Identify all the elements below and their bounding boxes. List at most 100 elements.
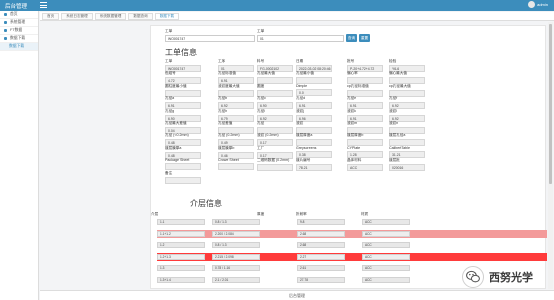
field-label: Dimple xyxy=(296,83,308,88)
workorder-field: 镀层厚度b xyxy=(347,133,383,147)
workorder-field: 孔径i 6.92 xyxy=(257,109,293,122)
sidebar-item-download[interactable]: 数据下载 xyxy=(0,35,38,43)
workorder-field: 波纹度最大值 xyxy=(218,84,254,97)
field-label: 孔径标准值 xyxy=(218,71,236,76)
workorder-field: 镀层膜厚a 0.48 xyxy=(165,146,201,159)
search-label-1: 工单 xyxy=(165,29,173,33)
field-label: 偏心最大值 xyxy=(389,71,407,76)
media-header-thickness: 厚度 xyxy=(257,212,265,216)
workorder-field: cp孔径最大值 xyxy=(389,84,425,97)
media-header-material: 材质 xyxy=(361,212,369,216)
workorder-section-title: 工单信息 xyxy=(165,48,197,57)
workorder-field: Greyscreens 0.38 xyxy=(296,146,332,158)
field-label: 偏心率 xyxy=(347,71,358,76)
sidebar-item-system[interactable]: 系统管理 xyxy=(0,19,38,27)
sidebar-subitem-download[interactable]: 数据下载 xyxy=(0,43,38,51)
workorder-field: 镀片编号 78.21 xyxy=(296,158,332,172)
workorder-field: 工厂 0.17 xyxy=(257,146,293,159)
media-cell: ACC xyxy=(362,242,410,249)
workorder-field: 波纹k 6.91 xyxy=(347,109,383,122)
field-label: 日期 xyxy=(296,59,304,63)
workorder-field: 二维码数据 (0.2mm) xyxy=(257,158,293,172)
field-label: 工序 xyxy=(218,59,226,63)
media-section-title: 介层信息 xyxy=(190,199,222,208)
workorder-field: 孔径a 6.91 xyxy=(165,96,201,110)
field-label: 镀层厚度a xyxy=(296,133,313,138)
field-label: 孔径f xyxy=(389,96,398,101)
workorder-field: 波纹j 6.96 xyxy=(296,109,332,122)
avatar xyxy=(528,1,536,8)
sidebar-item-home[interactable]: 首页 xyxy=(0,11,38,19)
workorder-field: 圆度 xyxy=(257,84,293,97)
field-label: 镀层膜厚b xyxy=(218,145,235,150)
workorder-field: 孔径g 6.90 xyxy=(165,109,201,122)
field-value: 1.28 xyxy=(347,150,383,158)
field-label: 孔径g xyxy=(165,108,175,113)
field-label: 二维码数据 (0.2mm) xyxy=(257,158,290,163)
workorder-field: 孔径b 6.92 xyxy=(218,96,254,110)
media-cell: ACC xyxy=(362,265,410,272)
field-label: 波纹j xyxy=(296,108,304,113)
workorder-field: 孔径标准值 6.91 xyxy=(218,71,254,85)
media-cell: 2.68 xyxy=(297,230,345,237)
tab-download[interactable]: 数据下载 xyxy=(154,12,180,20)
workorder-field: 色组号 4.72 xyxy=(165,71,201,85)
user-menu[interactable]: admin xyxy=(528,1,548,8)
field-value xyxy=(257,164,293,172)
field-label: 波纹 xyxy=(296,121,304,125)
field-label: 镀层膜厚a xyxy=(165,145,182,150)
field-label: 孔径 (0.2mm) xyxy=(218,133,240,138)
workorder-field: 晶体材料 ACC xyxy=(347,158,383,172)
tab-query[interactable]: 数据查询 xyxy=(128,12,153,20)
workorder-field: CYPlate 1.28 xyxy=(347,146,383,158)
sidebar-item-ft[interactable]: FT数据 xyxy=(0,27,38,35)
workorder-field: Dimple 0.0 xyxy=(296,84,332,96)
workorder-field: 孔径f 6.92 xyxy=(389,96,425,110)
field-label: 孔径 (<0.2mm) xyxy=(165,133,189,138)
field-label: 圆柱度最小值 xyxy=(165,83,187,88)
search-label-2: 工单 xyxy=(257,29,265,33)
workorder-field: 镀层孔径a xyxy=(389,133,425,147)
field-label: 孔径最小值 xyxy=(296,71,314,76)
tab-system-log[interactable]: 系统日志管理 xyxy=(61,12,93,20)
field-value: 0.0 xyxy=(296,88,332,96)
workorder-field: 备注 xyxy=(165,171,201,184)
workorder-field: 孔径e 6.91 xyxy=(347,96,383,110)
workorder-field: 镀层膜厚b 0.46 xyxy=(218,146,254,159)
media-cell: 1.3+1.4 xyxy=(157,277,205,283)
media-row[interactable]: 1.1 0.8 / 1.3 9.8 ACC xyxy=(157,218,547,226)
field-label: 波纹k xyxy=(347,108,356,113)
workorder-field: 孔径h 6.79 xyxy=(218,109,254,122)
tab-system-data[interactable]: 系统数据管理 xyxy=(94,12,127,20)
media-cell: 1.2+1.3 xyxy=(157,253,205,260)
tab-home[interactable]: 首页 xyxy=(42,12,60,20)
field-value: ACC xyxy=(347,164,383,172)
field-label: 孔径i xyxy=(257,108,265,113)
brand-title: 后台管理 xyxy=(5,4,28,10)
workorder-field: CalibertTable 31.21 xyxy=(389,146,425,158)
footer: 后台管理 xyxy=(40,290,554,300)
hamburger-menu-icon[interactable] xyxy=(40,2,47,8)
media-header-index: 折射率 xyxy=(296,212,307,216)
field-label: 工单 xyxy=(165,59,173,63)
media-cell: 0.78 / 1.16 xyxy=(212,265,260,272)
scrollbar-thumb[interactable] xyxy=(549,24,552,184)
field-value xyxy=(165,176,201,184)
media-cell: ACC xyxy=(362,277,410,283)
process-search-input[interactable]: 01 xyxy=(257,35,344,42)
field-label: Crowe Sheet xyxy=(218,158,239,163)
media-cell: 0.8 / 1.3 xyxy=(212,219,260,225)
media-row[interactable]: 1.1+1.2 2.200 / 2.084 2.68 ACC xyxy=(157,229,547,238)
media-row[interactable]: 1.2+1.3 2.215 / 2.098 2.27 ACC xyxy=(157,252,547,261)
media-row[interactable]: 1.2 0.8 / 1.3 2.68 ACC xyxy=(157,241,547,249)
field-value: 31.21 xyxy=(389,150,425,158)
field-label: 波纹度最大值 xyxy=(218,83,240,88)
scrollbar[interactable] xyxy=(548,22,553,289)
workorder-field: Crowe Sheet xyxy=(218,158,254,171)
workorder-search-input[interactable]: WO001747 xyxy=(165,35,255,42)
field-value: 78.21 xyxy=(296,164,332,172)
field-label: 孔径d xyxy=(296,96,306,101)
media-header-layer: 介层 xyxy=(151,212,159,216)
reset-button[interactable]: 重置 xyxy=(359,34,370,42)
search-button[interactable]: 查询 xyxy=(346,34,357,42)
